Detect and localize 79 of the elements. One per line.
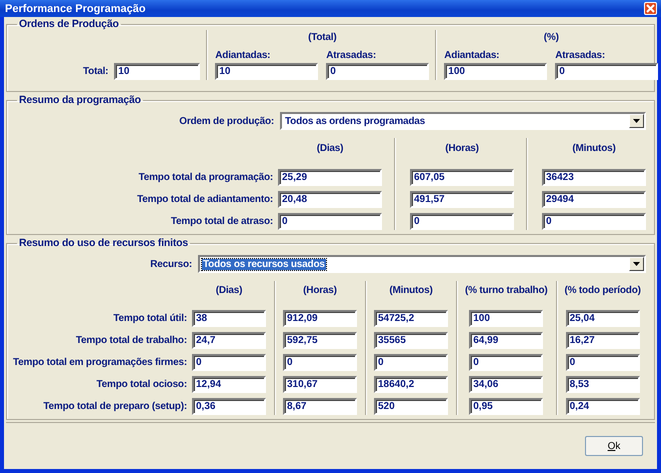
column-header: (Dias) [216, 284, 242, 298]
field-label: Ordem de produção: [178, 116, 274, 126]
ok-button[interactable]: Ok [585, 436, 643, 456]
field-label: Recurso: [149, 258, 192, 270]
input-field[interactable]: 10 [114, 63, 200, 80]
window-title: Performance Programação [5, 2, 146, 14]
selected-text: Todos as ordens programadas [284, 116, 426, 126]
input-field[interactable]: 16,27 [566, 332, 640, 349]
input-field[interactable]: 8,67 [282, 398, 357, 415]
input-field[interactable]: 0 [282, 354, 357, 371]
row-label: Tempo total de adiantamento: [137, 193, 273, 207]
row-label: Tempo total em programações firmes: [13, 356, 187, 370]
input-field[interactable]: 0 [410, 213, 514, 230]
dropdown-button[interactable] [629, 114, 644, 128]
input-field[interactable]: 0 [278, 213, 382, 230]
input-field[interactable]: 0,95 [469, 398, 544, 415]
input-field[interactable]: 34,06 [469, 376, 544, 393]
close-icon [646, 4, 655, 13]
input-field[interactable]: 912,09 [282, 310, 357, 327]
input-field[interactable]: 20,48 [278, 191, 382, 208]
field-label: Adiantadas: [444, 50, 500, 61]
input-field[interactable]: 0 [566, 354, 640, 371]
column-header: (% todo período) [564, 284, 641, 298]
column-header: (Minutos) [572, 142, 616, 156]
input-field[interactable]: 592,75 [282, 332, 357, 349]
input-field[interactable]: 38 [192, 310, 266, 327]
input-field[interactable]: 10 [215, 63, 318, 80]
column-header: (Minutos) [389, 284, 433, 298]
input-field[interactable]: 0 [542, 213, 646, 230]
column-header: (%) [544, 31, 559, 45]
column-header: (Total) [308, 31, 336, 45]
field-label: Adiantadas: [215, 50, 272, 61]
input-field[interactable]: 12,94 [192, 376, 266, 393]
row-label: Tempo total de atraso: [170, 215, 273, 229]
input-field[interactable]: 0 [555, 63, 658, 80]
input-field[interactable]: 520 [374, 398, 448, 415]
input-field[interactable]: 29494 [542, 191, 646, 208]
dropdown-field[interactable]: Todos os recursos usados [198, 255, 646, 273]
group-title: Resumo do uso de recursos finitos [18, 237, 190, 249]
caret-icon [633, 119, 640, 123]
input-field[interactable]: 54725,2 [374, 310, 448, 327]
row-label: Tempo total de trabalho: [76, 334, 187, 348]
input-field[interactable]: 0,24 [566, 398, 640, 415]
input-field[interactable]: 310,67 [282, 376, 357, 393]
row-label: Tempo total útil: [113, 312, 187, 326]
input-field[interactable]: 607,05 [410, 169, 514, 186]
dropdown-button[interactable] [629, 257, 644, 271]
input-field[interactable]: 24,7 [192, 332, 266, 349]
dropdown-field[interactable]: Todos as ordens programadas [280, 112, 646, 130]
group-title: Resumo da programação [18, 94, 142, 106]
input-field[interactable]: 25,04 [566, 310, 640, 327]
input-field[interactable]: 0 [326, 63, 430, 80]
caret-icon [633, 262, 640, 266]
close-button[interactable] [644, 2, 657, 15]
selected-text: Todos os recursos usados [202, 258, 326, 270]
field-label: Atrasadas: [555, 50, 606, 61]
input-field[interactable]: 36423 [542, 169, 646, 186]
field-label: Atrasadas: [326, 50, 377, 61]
row-label: Tempo total de preparo (setup): [43, 400, 187, 414]
column-header: (% turno trabalho) [464, 284, 548, 298]
column-header: (Dias) [316, 142, 344, 156]
input-field[interactable]: 18640,2 [374, 376, 448, 393]
input-field[interactable]: 8,53 [566, 376, 640, 393]
column-header: (Horas) [303, 284, 337, 298]
input-field[interactable]: 0 [469, 354, 544, 371]
input-field[interactable]: 0 [374, 354, 448, 371]
column-header: (Horas) [445, 142, 479, 156]
input-field[interactable]: 0 [192, 354, 266, 371]
input-field[interactable]: 491,57 [410, 191, 514, 208]
input-field[interactable]: 35565 [374, 332, 448, 349]
row-label: Tempo total da programação: [138, 171, 273, 185]
input-field[interactable]: 100 [444, 63, 548, 80]
input-field[interactable]: 100 [469, 310, 544, 327]
row-label: Tempo total ocioso: [96, 378, 187, 392]
input-field[interactable]: 25,29 [278, 169, 382, 186]
input-field[interactable]: 64,99 [469, 332, 544, 349]
field-label: Total: [83, 66, 108, 77]
group-title: Ordens de Produção [18, 18, 120, 30]
input-field[interactable]: 0,36 [192, 398, 266, 415]
